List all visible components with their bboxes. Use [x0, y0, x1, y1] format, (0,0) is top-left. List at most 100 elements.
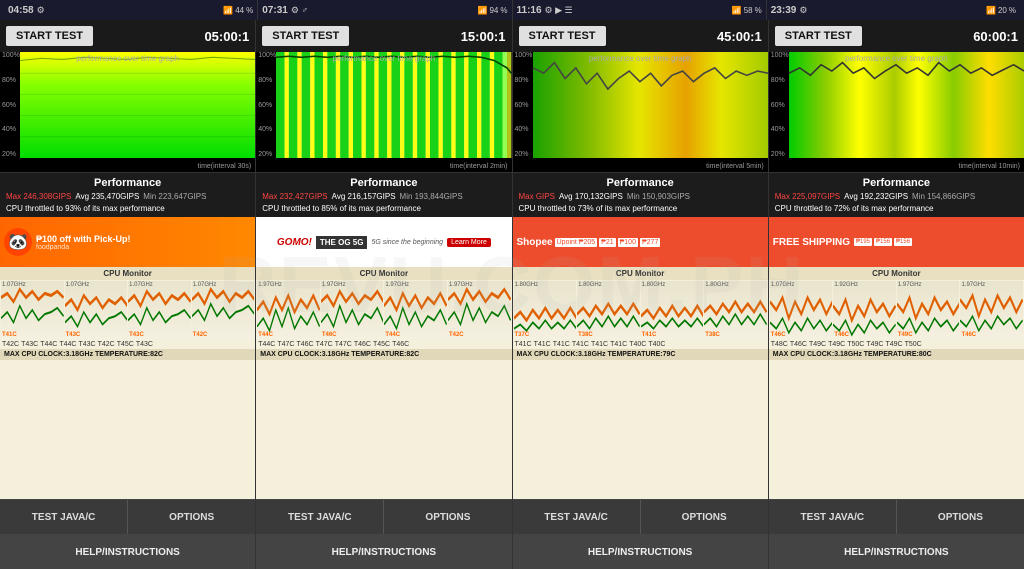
graph-canvas-1 [20, 52, 255, 158]
perf-title-1: Performance [6, 177, 249, 189]
battery-3: 📶 58% [732, 6, 762, 15]
perf-title-3: Performance [519, 177, 762, 189]
timer-4: 60:00:1 [973, 29, 1018, 44]
time-1: 04:58 [8, 5, 34, 16]
help-btn-3[interactable]: HELP/INSTRUCTIONS [513, 535, 768, 569]
cpu-core-2-3: 1.97GHz T44C [384, 281, 447, 339]
perf-stats-2: Max 232,427GIPS Avg 216,157GIPS Min 193,… [262, 191, 505, 202]
perf-section-2: Performance Max 232,427GIPS Avg 216,157G… [256, 172, 511, 217]
status-segment-4: 23:39 ⚙ 📶 20% [767, 0, 1020, 20]
graph-section-1: performance over time graph 100% 80% 60%… [0, 52, 255, 172]
avg-stat-1: Avg 235,470GIPS [75, 191, 139, 202]
avg-stat-3: Avg 170,132GIPS [559, 191, 623, 202]
panel-4-header: START TEST 60:00:1 [769, 20, 1024, 52]
graph-canvas-2 [276, 52, 511, 158]
options-btn-2[interactable]: OPTIONS [384, 500, 511, 534]
start-test-button-2[interactable]: START TEST [262, 26, 349, 46]
status-bar: 04:58 ⚙ 📶 44% 07:31 ⚙ ♂ 📶 94% 11:16 ⚙ ▶ … [0, 0, 1024, 20]
ad-section-4: FREE SHIPPING ₱195 ₱156 ₱156 [769, 217, 1024, 267]
time-2: 07:31 [262, 5, 288, 16]
timer-1: 05:00:1 [204, 29, 249, 44]
cpu-monitor-2: CPU Monitor 1.97GHz T44C [256, 267, 511, 499]
help-btn-1[interactable]: HELP/INSTRUCTIONS [0, 535, 255, 569]
cpu-monitor-1: CPU Monitor 1.07GHz T41C [0, 267, 255, 499]
min-stat-3: Min 150,903GIPS [627, 191, 690, 202]
bottom-bar-1: TEST JAVA/C OPTIONS HELP/INSTRUCTIONS [0, 499, 255, 569]
graph-section-4: performance over time graph 100% 80% 60%… [769, 52, 1024, 172]
options-btn-3[interactable]: OPTIONS [641, 500, 768, 534]
bottom-row-3b: HELP/INSTRUCTIONS [513, 534, 768, 569]
core-temp-1-2: T43C [66, 332, 81, 338]
battery-1: 📶 44% [223, 6, 253, 15]
start-test-button-3[interactable]: START TEST [519, 26, 606, 46]
panel-4: START TEST 60:00:1 performance over time… [769, 20, 1024, 569]
bottom-row-2b: HELP/INSTRUCTIONS [256, 534, 511, 569]
cpu-core-1-1: 1.07GHz T41C [1, 281, 64, 339]
cpu-cores-1: 1.07GHz T41C 1.07GHz T43C [0, 280, 255, 340]
core-graph-1-2 [65, 281, 128, 339]
test-java-btn-3[interactable]: TEST JAVA/C [513, 500, 641, 534]
test-java-btn-1[interactable]: TEST JAVA/C [0, 500, 128, 534]
core-freq-1-1: 1.07GHz [2, 282, 26, 288]
max-stat-4: Max 225,097GIPS [775, 191, 840, 202]
cpu-core-3-3: 1.80GHz T41C [641, 281, 704, 339]
avg-stat-2: Avg 216,157GIPS [332, 191, 396, 202]
test-java-btn-4[interactable]: TEST JAVA/C [769, 500, 897, 534]
bottom-bar-4: TEST JAVA/C OPTIONS HELP/INSTRUCTIONS [769, 499, 1024, 569]
battery-2: 📶 94% [478, 6, 508, 15]
status-icon-1: ⚙ [37, 5, 45, 16]
help-btn-2[interactable]: HELP/INSTRUCTIONS [256, 535, 511, 569]
core-temp-1-4: T42C [193, 332, 208, 338]
cpu-core-2-2: 1.97GHz T46C [321, 281, 384, 339]
cpu-footer-1: MAX CPU CLOCK:3.18GHz TEMPERATURE:82C [0, 349, 255, 360]
y-labels-2: 100% 80% 60% 40% 20% [258, 52, 276, 158]
perf-stats-3: Max GIPS Avg 170,132GIPS Min 150,903GIPS [519, 191, 762, 202]
bottom-row-3a: TEST JAVA/C OPTIONS [513, 499, 768, 534]
core-temp-1-1: T41C [2, 332, 17, 338]
min-stat-2: Min 193,844GIPS [400, 191, 463, 202]
bottom-row-1a: TEST JAVA/C OPTIONS [0, 499, 255, 534]
start-test-button-4[interactable]: START TEST [775, 26, 862, 46]
timer-2: 15:00:1 [461, 29, 506, 44]
status-segment-1: 04:58 ⚙ 📶 44% [4, 0, 258, 20]
perf-stats-1: Max 246,308GIPS Avg 235,470GIPS Min 223,… [6, 191, 249, 202]
throttle-text-2: CPU throttled to 85% of its max performa… [262, 204, 505, 213]
throttle-text-4: CPU throttled to 72% of its max performa… [775, 204, 1018, 213]
cpu-temps-row-1: T42C T43C T44C T44C T43C T42C T45C T43C [0, 340, 255, 349]
ad-panda: 🐼 ₱100 off with Pick-Up! foodpanda [0, 217, 255, 267]
options-btn-4[interactable]: OPTIONS [897, 500, 1024, 534]
graph-x-label-1: time(interval 30s) [198, 163, 252, 170]
options-btn-1[interactable]: OPTIONS [128, 500, 255, 534]
cpu-cores-4: 1.07GHz T46C 1.92GHz T46C [769, 280, 1024, 340]
status-segment-3: 11:16 ⚙ ▶ ☰ 📶 58% [513, 0, 767, 20]
cpu-monitor-header-4: CPU Monitor [769, 267, 1024, 280]
bottom-row-4a: TEST JAVA/C OPTIONS [769, 499, 1024, 534]
start-test-button-1[interactable]: START TEST [6, 26, 93, 46]
perf-graph-svg-4 [789, 52, 1024, 158]
cpu-monitor-header-3: CPU Monitor [513, 267, 768, 280]
panel-1: START TEST 05:00:1 performance over time… [0, 20, 256, 569]
cpu-temps-row-2: T44C T47C T46C T47C T47C T46C T45C T46C [256, 340, 511, 349]
cpu-cores-3: 1.80GHz T37C 1.80GHz T38C [513, 280, 768, 340]
core-freq-1-3: 1.07GHz [129, 282, 153, 288]
cpu-core-4-3: 1.97GHz T49C [897, 281, 960, 339]
cpu-core-2-4: 1.97GHz T42C [448, 281, 511, 339]
panel-3-header: START TEST 45:00:1 [513, 20, 768, 52]
bottom-row-2a: TEST JAVA/C OPTIONS [256, 499, 511, 534]
cpu-monitor-header-2: CPU Monitor [256, 267, 511, 280]
bottom-bar-3: TEST JAVA/C OPTIONS HELP/INSTRUCTIONS [513, 499, 768, 569]
core-temp-1-3: T43C [129, 332, 144, 338]
timer-3: 45:00:1 [717, 29, 762, 44]
graph-section-3: performance over time graph 100% 80% 60%… [513, 52, 768, 172]
graph-canvas-3 [533, 52, 768, 158]
perf-graph-svg-3 [533, 52, 768, 158]
panel-2: START TEST 15:00:1 performance over time… [256, 20, 512, 569]
graph-section-2: performance over time graph 100% 80% 60%… [256, 52, 511, 172]
core-freq-1-2: 1.07GHz [66, 282, 90, 288]
help-btn-4[interactable]: HELP/INSTRUCTIONS [769, 535, 1024, 569]
perf-graph-svg-2 [276, 52, 511, 158]
panel-3: START TEST 45:00:1 performance over time… [513, 20, 769, 569]
panel-2-header: START TEST 15:00:1 [256, 20, 511, 52]
test-java-btn-2[interactable]: TEST JAVA/C [256, 500, 384, 534]
avg-stat-4: Avg 192,232GIPS [844, 191, 908, 202]
